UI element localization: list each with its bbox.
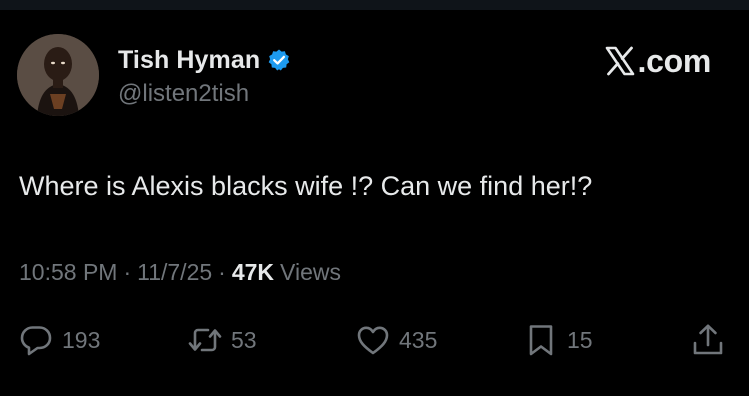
meta-separator: ·	[123, 259, 132, 285]
brand-domain-text: .com	[637, 42, 712, 79]
repost-button[interactable]: 53	[187, 318, 257, 362]
meta-separator: ·	[218, 259, 226, 285]
repost-icon	[187, 322, 223, 358]
avatar[interactable]	[17, 34, 99, 116]
reply-count: 193	[62, 326, 101, 353]
avatar-photo-icon	[17, 34, 99, 116]
author-name-row: Tish Hyman	[118, 44, 291, 76]
post-text: Where is Alexis blacks wife !? Can we fi…	[19, 171, 593, 201]
x-logo-icon	[604, 45, 636, 77]
brand-logo: .com	[604, 41, 712, 81]
like-button[interactable]: 435	[355, 318, 437, 362]
reply-icon	[18, 322, 54, 358]
repost-count: 53	[231, 326, 257, 353]
post-metadata: 10:58 PM · 11/7/25 · 47K Views	[19, 259, 341, 286]
views-count: 47K	[231, 259, 275, 285]
verified-badge-icon	[267, 48, 291, 72]
like-count: 435	[399, 326, 438, 353]
action-bar: 193 53 435 15	[0, 318, 749, 362]
author-handle[interactable]: @listen2tish	[118, 80, 249, 108]
post-date[interactable]: 11/7/25	[137, 259, 212, 286]
share-button[interactable]	[690, 318, 726, 362]
heart-icon	[355, 322, 391, 358]
bookmark-count: 15	[567, 326, 593, 353]
top-strip	[0, 0, 749, 10]
bookmark-icon	[523, 322, 559, 358]
share-icon	[690, 322, 726, 358]
reply-button[interactable]: 193	[18, 318, 100, 362]
bookmark-button[interactable]: 15	[523, 318, 593, 362]
views-label: Views	[280, 259, 341, 285]
author-display-name[interactable]: Tish Hyman	[118, 46, 260, 75]
post-time[interactable]: 10:58 PM	[19, 259, 117, 286]
